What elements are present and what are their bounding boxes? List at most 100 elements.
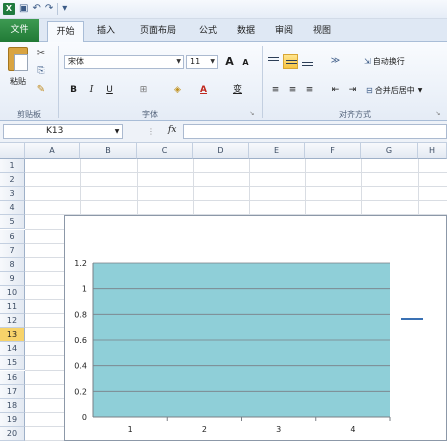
row-header[interactable]: 9	[0, 271, 25, 286]
toolbar-divider	[57, 3, 59, 15]
row-header[interactable]: 8	[0, 257, 25, 272]
excel-app-icon[interactable]: X	[3, 3, 15, 15]
quick-access-toolbar: X ▣ ↶ ↷ ▾	[0, 0, 447, 19]
row-header[interactable]: 1	[0, 159, 25, 174]
font-name-select[interactable]: 宋体 ▼	[64, 55, 184, 69]
align-top-icon[interactable]	[266, 54, 281, 69]
wrap-text-icon: ⇲	[364, 56, 371, 66]
align-right-icon[interactable]: ≡	[302, 83, 317, 98]
tab-file[interactable]: 文件	[0, 19, 39, 42]
chevron-down-icon: ▼	[417, 86, 423, 94]
fill-color-icon[interactable]: ◈	[170, 83, 185, 98]
x-tick-label: 4	[350, 425, 355, 434]
paste-icon	[8, 47, 28, 71]
chevron-down-icon[interactable]: ▼	[113, 127, 121, 135]
undo-icon[interactable]: ↶	[32, 3, 40, 15]
tab-insert[interactable]: 插入	[90, 21, 122, 41]
y-tick-label: 0.4	[74, 362, 87, 371]
customize-toolbar-icon[interactable]: ▾	[62, 3, 67, 15]
row-header[interactable]: 18	[0, 398, 25, 413]
merge-center-button[interactable]: ⊟ 合并后居中 ▼	[366, 83, 442, 97]
gridline	[25, 186, 447, 188]
row-header[interactable]: 10	[0, 285, 25, 300]
row-header[interactable]: 19	[0, 412, 25, 427]
column-header-d[interactable]: D	[193, 143, 249, 159]
row-header[interactable]: 11	[0, 300, 25, 315]
formula-input[interactable]	[183, 124, 447, 139]
row-header[interactable]: 4	[0, 201, 25, 216]
column-header-e[interactable]: E	[249, 143, 305, 159]
row-header[interactable]: 20	[0, 426, 25, 441]
copy-icon[interactable]: ⎘	[34, 64, 48, 78]
formula-bar: K13 ▼ ⋮ fx	[0, 121, 447, 143]
paste-label: 粘贴	[10, 76, 26, 86]
insert-function-button[interactable]: fx	[168, 125, 176, 135]
ribbon-tabs: 文件 开始 插入 页面布局 公式 数据 审阅 视图	[0, 19, 447, 43]
column-header-g[interactable]: G	[361, 143, 418, 159]
column-header-a[interactable]: A	[25, 143, 80, 159]
tab-formulas[interactable]: 公式	[192, 21, 224, 41]
gridline	[25, 172, 447, 174]
row-header[interactable]: 14	[0, 342, 25, 357]
align-left-icon[interactable]: ≡	[268, 83, 283, 98]
font-color-icon[interactable]: A	[196, 83, 211, 98]
alignment-group-label: 对齐方式	[339, 110, 371, 119]
row-header[interactable]: 3	[0, 187, 25, 202]
shrink-font-button[interactable]: A	[238, 55, 253, 70]
row-header[interactable]: 7	[0, 243, 25, 258]
tab-page-layout[interactable]: 页面布局	[130, 21, 186, 41]
alignment-dialog-launcher-icon[interactable]: ↘	[434, 109, 442, 117]
italic-button[interactable]: I	[84, 83, 99, 98]
column-header-h[interactable]: H	[418, 143, 447, 159]
border-icon[interactable]: ⊞	[136, 83, 151, 98]
y-tick-label: 0	[82, 413, 87, 422]
x-tick-label: 2	[202, 425, 207, 434]
merge-center-label: 合并后居中	[374, 85, 415, 95]
redo-icon[interactable]: ↷	[45, 3, 53, 15]
row-header[interactable]: 12	[0, 314, 25, 329]
row-header[interactable]: 16	[0, 370, 25, 385]
phonetic-button[interactable]: 变	[230, 83, 245, 98]
align-center-icon[interactable]: ≡	[285, 83, 300, 98]
column-header-c[interactable]: C	[137, 143, 193, 159]
row-header[interactable]: 5	[0, 215, 25, 230]
font-name-value: 宋体	[68, 57, 84, 66]
decrease-indent-icon[interactable]: ⇤	[328, 83, 343, 98]
x-tick-label: 3	[276, 425, 281, 434]
row-header[interactable]: 13	[0, 328, 25, 343]
save-icon[interactable]: ▣	[19, 3, 28, 15]
row-header[interactable]: 2	[0, 173, 25, 188]
grow-font-button[interactable]: A	[222, 54, 237, 69]
name-box-value: K13	[46, 126, 64, 136]
font-dialog-launcher-icon[interactable]: ↘	[248, 109, 256, 117]
name-box[interactable]: K13	[3, 124, 123, 139]
wrap-text-button[interactable]: ⇲ 自动换行	[364, 54, 434, 68]
column-header-b[interactable]: B	[80, 143, 137, 159]
column-header-f[interactable]: F	[305, 143, 361, 159]
row-header[interactable]: 15	[0, 356, 25, 371]
y-tick-label: 0.2	[74, 387, 87, 396]
chart-area[interactable]: 0 0.2 0.4 0.6 0.8 1 1.2 1 2 3 4	[64, 215, 447, 441]
chevron-down-icon: ▼	[176, 58, 181, 65]
tab-review[interactable]: 审阅	[268, 21, 300, 41]
wrap-text-label: 自动换行	[372, 56, 405, 66]
orientation-icon[interactable]: ≫	[328, 54, 343, 69]
format-painter-icon[interactable]: ✎	[34, 82, 48, 96]
tab-data[interactable]: 数据	[230, 21, 262, 41]
row-header[interactable]: 17	[0, 384, 25, 399]
select-all-corner[interactable]	[0, 143, 25, 159]
tab-view[interactable]: 视图	[306, 21, 338, 41]
align-middle-icon[interactable]	[283, 54, 298, 69]
cut-icon[interactable]: ✂	[34, 46, 48, 60]
align-bottom-icon[interactable]	[300, 54, 315, 69]
increase-indent-icon[interactable]: ⇥	[345, 83, 360, 98]
group-divider	[262, 46, 263, 118]
row-header[interactable]: 6	[0, 229, 25, 244]
area-chart: 0 0.2 0.4 0.6 0.8 1 1.2 1 2 3 4	[74, 259, 423, 434]
font-size-select[interactable]: 11 ▼	[186, 55, 218, 69]
underline-button[interactable]: U	[102, 83, 117, 98]
ribbon-home: 粘贴 ✂ ⎘ ✎ 剪贴板 宋体 ▼ 11 ▼ A A B I U ⊞ ◈ A 变…	[0, 42, 447, 121]
bold-button[interactable]: B	[66, 83, 81, 98]
font-group-label: 字体	[142, 110, 158, 119]
tab-home[interactable]: 开始	[47, 21, 84, 43]
